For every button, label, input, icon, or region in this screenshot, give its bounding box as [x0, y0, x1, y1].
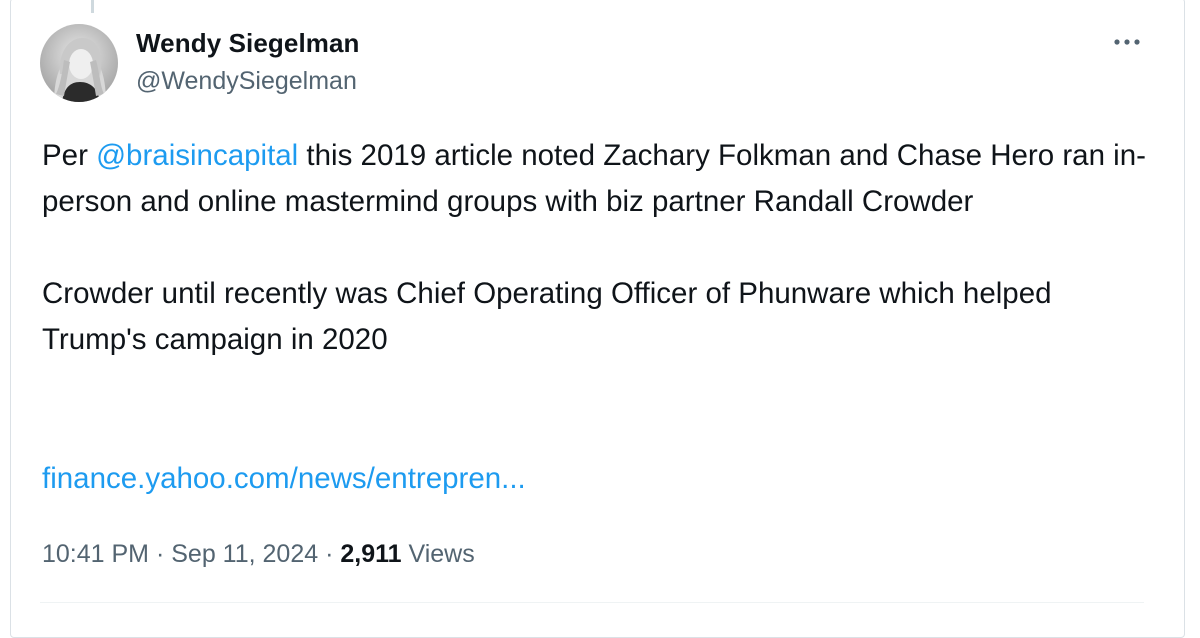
tweet-date[interactable]: Sep 11, 2024 [171, 540, 318, 568]
views-count: 2,911 [340, 540, 402, 568]
meta-separator: · [318, 540, 341, 568]
divider [40, 602, 1144, 603]
avatar[interactable] [40, 24, 118, 102]
more-options-button[interactable] [1108, 27, 1146, 57]
avatar-photo [40, 24, 118, 102]
tweet-time[interactable]: 10:41 PM [42, 540, 149, 568]
tweet-text: Per @braisincapital this 2019 article no… [42, 133, 1152, 363]
meta-separator: · [149, 540, 172, 568]
tweet-meta: 10:41 PM · Sep 11, 2024 · 2,911 Views [42, 537, 475, 571]
thread-connector-line [91, 0, 94, 13]
mention-link[interactable]: @braisincapital [96, 139, 298, 172]
tweet-paragraph-1: Per @braisincapital this 2019 article no… [42, 133, 1152, 225]
more-horizontal-icon [1114, 39, 1140, 45]
author-handle[interactable]: @WendySiegelman [136, 67, 357, 96]
author-display-name[interactable]: Wendy Siegelman [136, 28, 360, 59]
tweet-paragraph-2: Crowder until recently was Chief Operati… [42, 277, 1052, 356]
tweet-link-row: finance.yahoo.com/news/entrepren... [42, 456, 526, 502]
tweet-text-prefix: Per [42, 139, 97, 172]
views-label: Views [408, 540, 475, 568]
article-link[interactable]: finance.yahoo.com/news/entrepren... [42, 462, 526, 495]
